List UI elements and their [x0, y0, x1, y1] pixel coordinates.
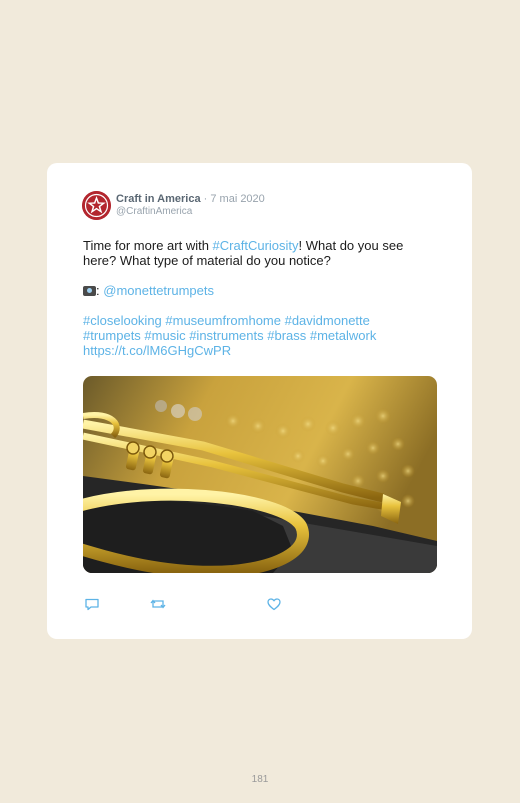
- separator: ·: [203, 193, 208, 205]
- hashtags-line-1[interactable]: #closelooking #museumfromhome #davidmone…: [83, 313, 438, 328]
- tweet-url[interactable]: https://t.co/lM6GHgCwPR: [83, 343, 438, 358]
- avatar[interactable]: [82, 191, 111, 220]
- trumpet-photo-image: [83, 376, 437, 573]
- tweet-header: Craft in America · 7 mai 2020: [116, 193, 265, 205]
- tweet-photo[interactable]: [83, 376, 437, 573]
- tweet-actions: [84, 596, 281, 612]
- tweet-date[interactable]: 7 mai 2020: [210, 193, 264, 205]
- star-logo-icon: [82, 191, 111, 220]
- mention-monettetrumpets[interactable]: @monettetrumpets: [103, 283, 214, 298]
- hashtag-craftcuriosity[interactable]: #CraftCuriosity: [213, 238, 299, 253]
- camera-icon: [83, 286, 96, 296]
- credit-separator: :: [96, 283, 100, 298]
- heart-icon[interactable]: [266, 596, 282, 612]
- text-prefix: Time for more art with: [83, 238, 213, 253]
- author-handle[interactable]: @CraftinAmerica: [116, 206, 192, 217]
- photo-credit: : @monettetrumpets: [83, 283, 438, 298]
- hashtags-line-2[interactable]: #trumpets #music #instruments #brass #me…: [83, 328, 438, 343]
- retweet-icon[interactable]: [150, 596, 166, 612]
- tweet-text: Time for more art with #CraftCuriosity! …: [83, 238, 438, 358]
- tweet-intro: Time for more art with #CraftCuriosity! …: [83, 238, 438, 268]
- reply-icon[interactable]: [84, 596, 100, 612]
- page-number: 181: [251, 774, 269, 785]
- tweet-card: Craft in America · 7 mai 2020 @CraftinAm…: [47, 163, 472, 639]
- author-name[interactable]: Craft in America: [116, 193, 201, 205]
